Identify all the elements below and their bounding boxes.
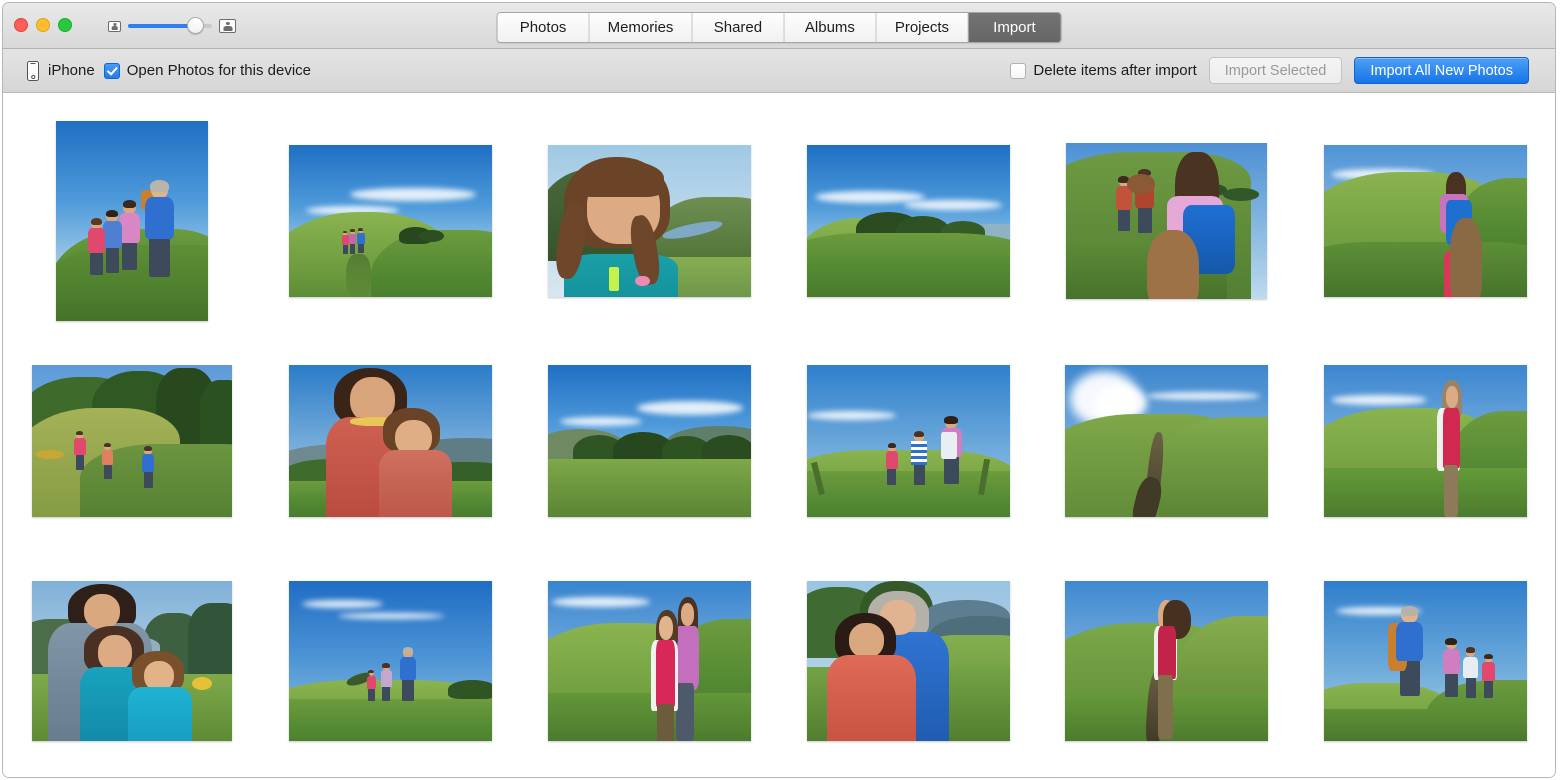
device-name-label: iPhone [48,62,95,79]
open-photos-checkbox[interactable]: Open Photos for this device [104,62,311,79]
photo-thumbnail[interactable] [807,365,1010,517]
open-photos-label: Open Photos for this device [127,62,311,79]
photo-thumbnail[interactable] [1324,365,1527,517]
photo-cell[interactable] [3,111,262,331]
close-button[interactable] [14,18,28,32]
slider-knob[interactable] [187,17,204,34]
maximize-button[interactable] [58,18,72,32]
import-toolbar: iPhone Open Photos for this device Delet… [3,49,1555,93]
thumbnail-size-slider[interactable] [128,18,212,34]
photo-thumbnail[interactable] [548,581,751,741]
photo-cell[interactable] [3,551,262,771]
tab-projects[interactable]: Projects [876,13,968,42]
photos-window: Photos Memories Shared Albums Projects I… [2,2,1556,778]
photo-cell[interactable] [262,111,521,331]
minimize-button[interactable] [36,18,50,32]
photo-thumbnail[interactable] [289,581,492,741]
photo-thumbnail[interactable] [1066,143,1267,299]
slider-fill [128,24,196,28]
photo-cell[interactable] [520,551,779,771]
tab-photos[interactable]: Photos [498,13,590,42]
photo-thumbnail[interactable] [807,145,1010,297]
delete-after-import-label: Delete items after import [1033,62,1196,79]
photo-thumbnail[interactable] [289,365,492,517]
photo-cell[interactable] [1296,551,1555,771]
delete-after-import-checkbox[interactable]: Delete items after import [1010,62,1196,79]
photo-thumbnail[interactable] [32,365,232,517]
large-thumbnail-icon [219,19,236,33]
photo-cell[interactable] [779,331,1038,551]
photo-thumbnail[interactable] [548,145,751,297]
photo-thumbnail[interactable] [1324,145,1527,297]
photo-thumbnail[interactable] [1324,581,1527,741]
photo-thumbnail[interactable] [1065,581,1268,741]
photo-cell[interactable] [3,331,262,551]
toolbar-left-group: iPhone Open Photos for this device [27,61,311,81]
photo-cell[interactable] [779,111,1038,331]
photo-thumbnail[interactable] [289,145,492,297]
checkbox-box-unchecked[interactable] [1010,63,1026,79]
photo-thumbnail[interactable] [32,581,232,741]
photo-cell[interactable] [520,331,779,551]
toolbar-right-group: Delete items after import Import Selecte… [1010,57,1529,84]
checkbox-box-checked[interactable] [104,63,120,79]
titlebar: Photos Memories Shared Albums Projects I… [3,3,1555,49]
small-thumbnail-icon [108,21,121,32]
photo-cell[interactable] [1038,551,1297,771]
photo-cell[interactable] [1296,111,1555,331]
tab-albums[interactable]: Albums [784,13,876,42]
photo-cell[interactable] [262,551,521,771]
thumbnail-zoom-control [108,16,236,36]
photo-cell[interactable] [1296,331,1555,551]
photo-cell[interactable] [262,331,521,551]
tab-memories[interactable]: Memories [590,13,693,42]
photo-cell[interactable] [1038,331,1297,551]
tab-shared[interactable]: Shared [692,13,784,42]
traffic-lights [14,18,72,32]
photo-thumbnail[interactable] [1065,365,1268,517]
photo-cell[interactable] [1038,111,1297,331]
photo-thumbnail[interactable] [807,581,1010,741]
import-selected-button[interactable]: Import Selected [1209,57,1343,84]
import-all-new-photos-button[interactable]: Import All New Photos [1354,57,1529,84]
iphone-icon [27,61,39,81]
photo-cell[interactable] [520,111,779,331]
photo-thumbnail[interactable] [548,365,751,517]
tab-import[interactable]: Import [968,13,1060,42]
photo-thumbnail[interactable] [56,121,208,321]
import-photo-grid[interactable] [3,93,1555,777]
view-tabs: Photos Memories Shared Albums Projects I… [497,12,1062,43]
photo-cell[interactable] [779,551,1038,771]
